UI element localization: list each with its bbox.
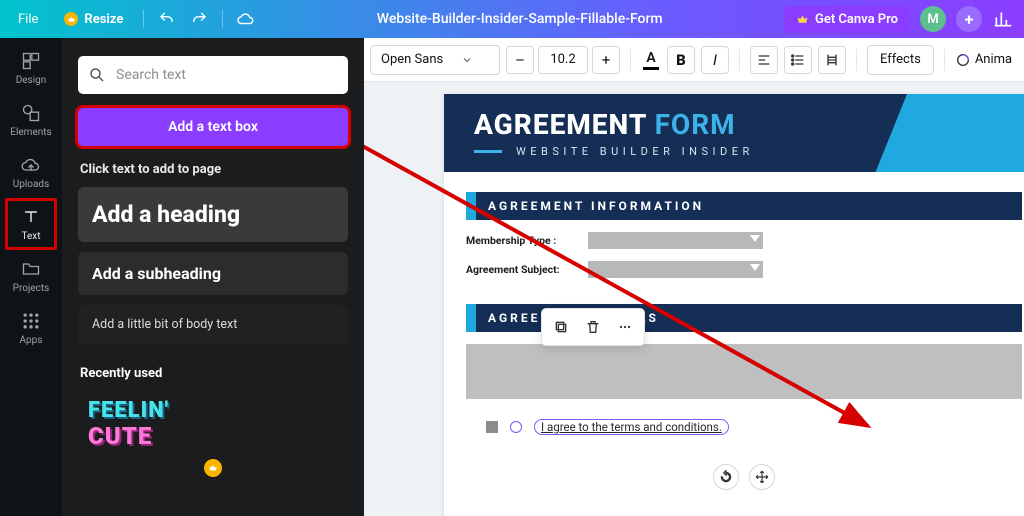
separator xyxy=(630,49,631,71)
search-input[interactable] xyxy=(78,56,348,94)
section-title: AGREEMENT INFORMATION xyxy=(476,192,1022,220)
cloud-sync-icon[interactable] xyxy=(237,10,255,28)
rail-uploads[interactable]: Uploads xyxy=(5,146,57,198)
rail-design[interactable]: Design xyxy=(5,42,57,94)
chevron-down-icon xyxy=(461,54,473,66)
separator xyxy=(856,49,857,71)
typed-text[interactable]: I agree to the terms and conditions. xyxy=(534,419,729,435)
checkbox-icon[interactable] xyxy=(486,421,498,433)
selected-text-box[interactable]: I agree to the terms and conditions. xyxy=(466,344,1022,399)
font-name: Open Sans xyxy=(381,52,443,67)
font-select[interactable]: Open Sans xyxy=(370,45,500,75)
text-panel: Add a text box Click text to add to page… xyxy=(62,38,364,516)
membership-dropdown[interactable] xyxy=(588,232,763,249)
avatar[interactable]: M xyxy=(920,6,946,32)
add-body-text-button[interactable]: Add a little bit of body text xyxy=(78,305,348,344)
crown-icon xyxy=(208,463,218,473)
redo-icon[interactable] xyxy=(190,10,208,28)
add-heading-button[interactable]: Add a heading xyxy=(78,187,348,242)
subject-dropdown[interactable] xyxy=(588,261,763,278)
spacing-button[interactable] xyxy=(818,46,846,74)
rail-projects[interactable]: Projects xyxy=(5,250,57,302)
rotate-handle[interactable] xyxy=(713,464,739,490)
template-line1: FEELIN' xyxy=(88,399,338,422)
list-button[interactable] xyxy=(784,46,812,74)
rail-label: Text xyxy=(21,231,40,242)
rail-apps[interactable]: Apps xyxy=(5,302,57,354)
add-subheading-button[interactable]: Add a subheading xyxy=(78,252,348,295)
recently-used-label: Recently used xyxy=(80,366,346,381)
crown-icon xyxy=(64,12,78,26)
animate-icon xyxy=(955,52,971,68)
font-size-minus[interactable]: – xyxy=(506,46,534,74)
search-field[interactable] xyxy=(114,66,338,84)
radio-icon[interactable] xyxy=(510,421,522,433)
bold-button[interactable]: B xyxy=(667,46,695,74)
recent-text-template[interactable]: FEELIN' CUTE xyxy=(78,393,348,455)
add-collaborator-button[interactable]: + xyxy=(956,6,982,32)
rail-label: Elements xyxy=(10,127,51,138)
folder-icon xyxy=(21,259,41,279)
font-size-value[interactable]: 10.2 xyxy=(538,46,588,74)
document-title[interactable]: Website-Builder-Insider-Sample-Fillable-… xyxy=(255,11,784,27)
search-icon xyxy=(88,66,106,84)
separator xyxy=(739,49,740,71)
form-label: Agreement Subject: xyxy=(466,263,576,276)
resize-button[interactable]: Resize xyxy=(58,8,129,31)
accent-dash xyxy=(474,150,502,153)
side-rail: Design Elements Uploads Text Projects Ap… xyxy=(0,38,62,516)
get-canva-pro-button[interactable]: Get Canva Pro xyxy=(784,6,910,33)
form-label: Membership Type : xyxy=(466,234,576,247)
font-color-button[interactable]: A xyxy=(641,50,661,70)
text-icon xyxy=(21,207,41,227)
animate-button[interactable]: Anima xyxy=(955,52,1012,68)
top-bar: File Resize Website-Builder-Insider-Samp… xyxy=(0,0,1024,38)
more-icon[interactable] xyxy=(612,314,638,340)
form-row: Membership Type : xyxy=(444,232,1024,249)
duplicate-icon[interactable] xyxy=(548,314,574,340)
letter-a-icon: A xyxy=(646,50,655,66)
rail-label: Design xyxy=(16,75,47,86)
effects-button[interactable]: Effects xyxy=(867,45,934,75)
align-button[interactable] xyxy=(750,46,778,74)
animate-label: Anima xyxy=(975,52,1012,67)
template-line2: CUTE xyxy=(88,424,338,449)
rail-label: Apps xyxy=(20,335,43,346)
move-handle[interactable] xyxy=(749,464,775,490)
delete-icon[interactable] xyxy=(580,314,606,340)
divider xyxy=(143,10,144,28)
design-page[interactable]: AGREEMENT FORM WEBSITE BUILDER INSIDER A… xyxy=(444,94,1024,516)
divider xyxy=(222,10,223,28)
rail-elements[interactable]: Elements xyxy=(5,94,57,146)
shapes-icon xyxy=(21,103,41,123)
analytics-icon[interactable] xyxy=(992,8,1014,30)
separator xyxy=(944,49,945,71)
inserted-text-element[interactable]: I agree to the terms and conditions. xyxy=(486,419,729,435)
file-menu[interactable]: File xyxy=(12,8,44,31)
form-row: Agreement Subject: xyxy=(444,261,1024,278)
text-toolbar: Open Sans – 10.2 + A B I Effects xyxy=(364,38,1024,82)
editor-canvas-area: Open Sans – 10.2 + A B I Effects xyxy=(364,38,1024,516)
crown-icon xyxy=(796,13,809,26)
pro-badge xyxy=(78,459,348,477)
section-heading: AGREEMENT INFORMATION xyxy=(466,192,1022,220)
panel-hint: Click text to add to page xyxy=(80,162,346,177)
rail-label: Uploads xyxy=(13,179,49,190)
element-handles xyxy=(713,464,775,490)
apps-grid-icon xyxy=(21,311,41,331)
get-pro-label: Get Canva Pro xyxy=(815,12,898,27)
banner: AGREEMENT FORM WEBSITE BUILDER INSIDER xyxy=(444,94,1024,172)
font-size-plus[interactable]: + xyxy=(592,46,620,74)
add-text-box-button[interactable]: Add a text box xyxy=(78,108,348,146)
cloud-upload-icon xyxy=(21,155,41,175)
resize-label: Resize xyxy=(84,12,123,27)
rail-text[interactable]: Text xyxy=(5,198,57,250)
rail-label: Projects xyxy=(13,283,50,294)
italic-button[interactable]: I xyxy=(701,46,729,74)
context-toolbar xyxy=(541,308,645,346)
templates-icon xyxy=(21,51,41,71)
undo-icon[interactable] xyxy=(158,10,176,28)
